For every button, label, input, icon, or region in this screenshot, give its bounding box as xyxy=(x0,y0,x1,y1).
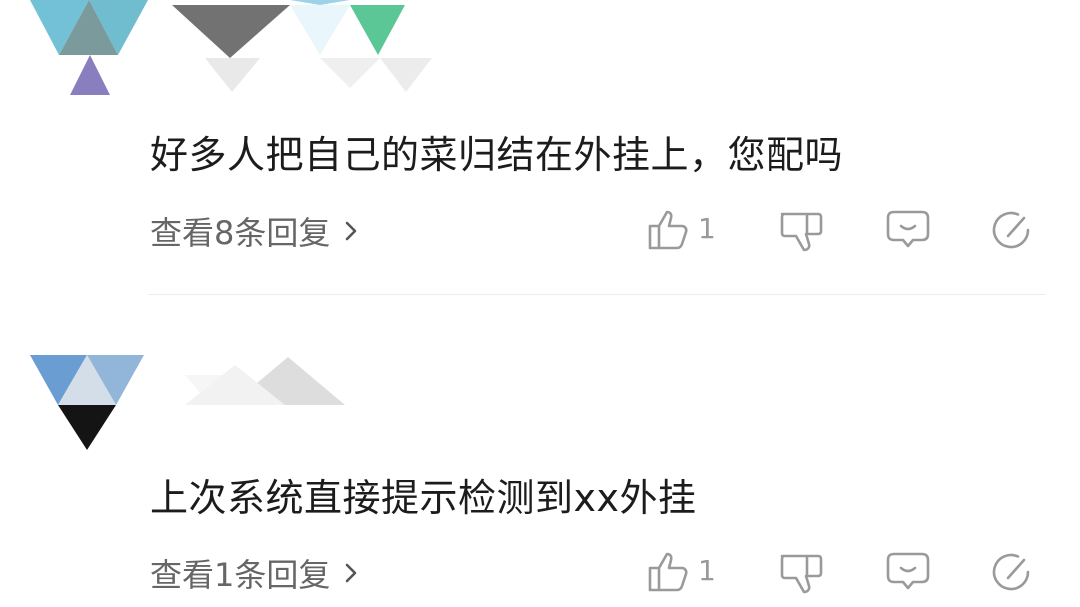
share-button[interactable] xyxy=(988,206,1036,254)
share-icon xyxy=(992,211,1030,249)
comment-text: 上次系统直接提示检测到xx外挂 xyxy=(150,476,697,520)
reply-button[interactable] xyxy=(884,206,932,254)
chevron-right-icon xyxy=(346,563,357,583)
reply-button[interactable] xyxy=(884,548,932,596)
comment-actions: 查看8条回复 1 xyxy=(0,200,1080,260)
comment-icon xyxy=(886,552,930,590)
comment-icon xyxy=(886,210,930,248)
view-replies-link[interactable]: 查看8条回复 xyxy=(150,208,362,254)
thumbs-up-icon xyxy=(648,552,688,592)
username-blurred xyxy=(175,355,355,415)
username-blurred xyxy=(150,0,440,95)
thumbs-down-icon xyxy=(780,212,823,252)
thumbs-down-icon xyxy=(780,554,823,594)
comment-actions: 查看1条回复 1 xyxy=(0,542,1080,602)
like-count: 1 xyxy=(698,212,716,245)
avatar[interactable] xyxy=(30,355,144,450)
share-icon xyxy=(992,553,1030,591)
dislike-button[interactable] xyxy=(776,206,824,254)
view-replies-label: 查看1条回复 xyxy=(150,556,331,594)
like-count: 1 xyxy=(698,554,716,587)
like-button[interactable] xyxy=(645,548,693,596)
avatar[interactable] xyxy=(30,0,148,95)
thumbs-up-icon xyxy=(648,210,688,250)
comment-text: 好多人把自己的菜归结在外挂上，您配吗 xyxy=(150,133,844,177)
view-replies-label: 查看8条回复 xyxy=(150,214,331,252)
view-replies-link[interactable]: 查看1条回复 xyxy=(150,550,362,596)
comment-item: 上次系统直接提示检测到xx外挂 查看1条回复 1 xyxy=(0,295,1080,607)
chevron-right-icon xyxy=(346,221,357,241)
share-button[interactable] xyxy=(988,548,1036,596)
dislike-button[interactable] xyxy=(776,548,824,596)
comment-item: 好多人把自己的菜归结在外挂上，您配吗 查看8条回复 1 xyxy=(0,0,1080,295)
like-button[interactable] xyxy=(645,206,693,254)
